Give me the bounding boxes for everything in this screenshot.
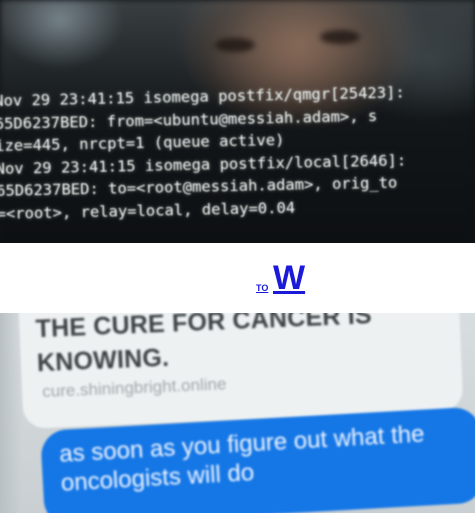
terminal-log: Nov 29 23:41:15 isomega postfix/qmgr[254… [0, 80, 475, 225]
eye-reflection-left [215, 38, 255, 52]
caption-small-text: TO [256, 283, 269, 293]
terminal-photo: Nov 29 23:41:15 isomega postfix/qmgr[254… [0, 0, 475, 243]
message-text: as soon as you figure out what the oncol… [58, 420, 426, 497]
caption-strip: TO W [0, 243, 475, 313]
caption-big-letter: W [273, 259, 306, 297]
link-preview-title: THE CURE FOR CANCER IS KNOWING. [35, 313, 373, 378]
phone-edge [0, 313, 22, 513]
chat-photo: THE CURE FOR CANCER IS KNOWING. cure.shi… [0, 313, 475, 513]
meme-image: Nov 29 23:41:15 isomega postfix/qmgr[254… [0, 0, 475, 513]
eye-reflection-right [320, 30, 360, 44]
